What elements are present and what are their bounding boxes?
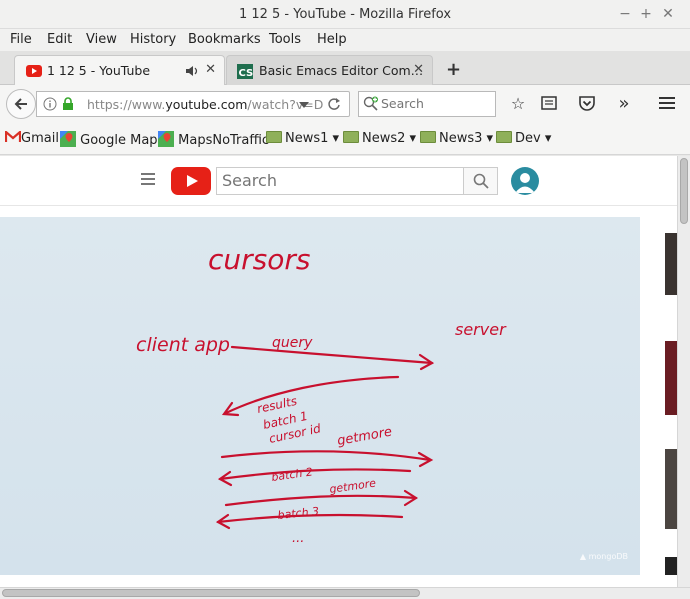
bookmark-folder-news1[interactable]: News1 ▾	[266, 131, 339, 146]
menu-history[interactable]: History	[130, 32, 176, 47]
youtube-header	[0, 156, 677, 206]
bookmark-folder-news2[interactable]: News2 ▾	[343, 131, 416, 146]
related-videos-sidebar	[650, 217, 677, 575]
mongodb-watermark: ▲ mongoDB	[579, 552, 628, 561]
tab-emacs[interactable]: CS Basic Emacs Editor Com… ✕	[226, 55, 433, 85]
menu-bar: File Edit View History Bookmarks Tools H…	[0, 29, 690, 51]
user-avatar-icon	[515, 173, 535, 193]
menu-file[interactable]: File	[10, 32, 32, 47]
batch2-arrow	[218, 468, 412, 481]
pocket-icon[interactable]	[578, 94, 598, 114]
menu-edit[interactable]: Edit	[47, 32, 72, 47]
overflow-chevron-icon[interactable]: »	[614, 94, 634, 114]
menu-view[interactable]: View	[86, 32, 117, 47]
minimize-button[interactable]: −	[616, 5, 634, 23]
horizontal-scrollbar[interactable]	[0, 587, 690, 599]
getmore2-arrow	[224, 494, 418, 507]
related-thumbnail[interactable]	[665, 557, 677, 575]
url-text: https://www.youtube.com/watch?v=D	[87, 97, 324, 112]
avatar[interactable]	[511, 167, 539, 195]
folder-icon	[266, 131, 282, 143]
tab-label: Basic Emacs Editor Com…	[259, 63, 424, 78]
menu-tools[interactable]: Tools	[269, 32, 301, 47]
ellipsis-label: ...	[292, 531, 304, 546]
tab-strip: 1 12 5 - YouTube ✕ CS Basic Emacs Editor…	[0, 51, 690, 85]
svg-text:CS: CS	[239, 68, 254, 79]
window-titlebar: 1 12 5 - YouTube - Mozilla Firefox − + ✕	[0, 0, 690, 29]
youtube-favicon-icon	[26, 65, 42, 77]
maximize-button[interactable]: +	[637, 5, 655, 23]
page-content: cursors client app server query results …	[0, 156, 677, 587]
bookmark-star-icon[interactable]: ☆	[508, 94, 528, 114]
youtube-search-input[interactable]	[222, 171, 458, 190]
getmore-arrow	[220, 450, 432, 462]
bookmark-folder-news3[interactable]: News3 ▾	[420, 131, 493, 146]
maps-icon	[158, 131, 174, 147]
query-arrow	[230, 345, 434, 365]
video-player[interactable]: cursors client app server query results …	[0, 217, 640, 575]
speaker-icon[interactable]	[185, 65, 199, 77]
dropdown-arrow-icon[interactable]	[299, 102, 309, 108]
url-bar[interactable]: https://www.youtube.com/watch?v=D	[36, 91, 350, 117]
reload-icon[interactable]	[327, 97, 341, 111]
hamburger-menu-icon[interactable]	[657, 94, 677, 114]
scrollbar-thumb[interactable]	[680, 158, 688, 224]
menu-bookmarks[interactable]: Bookmarks	[188, 32, 261, 47]
youtube-search-box[interactable]	[216, 167, 464, 195]
close-window-button[interactable]: ✕	[659, 5, 677, 23]
batch3-label: batch 3	[277, 505, 320, 522]
getmore-label: getmore	[336, 425, 393, 449]
search-bar[interactable]	[358, 91, 496, 117]
cs-favicon-icon: CS	[237, 64, 253, 79]
info-icon[interactable]	[43, 97, 57, 111]
tab-label: 1 12 5 - YouTube	[47, 63, 151, 78]
new-tab-button[interactable]: +	[446, 59, 461, 80]
search-input[interactable]	[381, 96, 491, 111]
client-label: client app	[136, 334, 230, 356]
reading-list-icon[interactable]	[540, 94, 560, 114]
youtube-search-button[interactable]	[463, 167, 498, 195]
folder-icon	[343, 131, 359, 143]
query-label: query	[272, 335, 313, 351]
search-engine-icon[interactable]	[363, 96, 379, 112]
guide-menu-icon[interactable]	[141, 173, 155, 185]
getmore2-label: getmore	[329, 477, 377, 496]
search-icon	[473, 173, 489, 189]
whiteboard-drawing: cursors client app server query results …	[136, 243, 507, 546]
window-title: 1 12 5 - YouTube - Mozilla Firefox	[238, 7, 452, 22]
close-tab-icon[interactable]: ✕	[413, 62, 424, 77]
vertical-scrollbar[interactable]	[677, 156, 690, 587]
bookmark-folder-dev[interactable]: Dev ▾	[496, 131, 551, 146]
maps-icon	[60, 131, 76, 147]
menu-help[interactable]: Help	[317, 32, 347, 47]
back-arrow-icon	[14, 98, 27, 110]
whiteboard-title: cursors	[208, 243, 310, 276]
batch2-label: batch 2	[271, 465, 314, 484]
bookmark-gmail[interactable]: Gmail	[4, 129, 59, 146]
results-arrow	[224, 375, 400, 415]
bookmark-google-maps[interactable]: Google Maps	[60, 131, 164, 148]
server-label: server	[455, 320, 507, 339]
back-button[interactable]	[6, 89, 36, 119]
tab-youtube[interactable]: 1 12 5 - YouTube ✕	[14, 55, 225, 85]
related-thumbnail[interactable]	[665, 233, 677, 295]
lock-icon	[63, 97, 73, 110]
youtube-logo[interactable]	[171, 167, 211, 195]
navigation-bar: https://www.youtube.com/watch?v=D ☆ »	[0, 85, 690, 123]
folder-icon	[420, 131, 436, 143]
folder-icon	[496, 131, 512, 143]
scrollbar-thumb[interactable]	[2, 589, 420, 597]
bookmark-mapsnotraffic[interactable]: MapsNoTraffic	[158, 131, 269, 148]
related-thumbnail[interactable]	[665, 449, 677, 529]
bookmarks-toolbar: Gmail Google Maps MapsNoTraffic News1 ▾ …	[0, 123, 690, 155]
related-thumbnail[interactable]	[665, 341, 677, 415]
close-tab-icon[interactable]: ✕	[205, 62, 216, 77]
gmail-icon	[4, 129, 22, 142]
